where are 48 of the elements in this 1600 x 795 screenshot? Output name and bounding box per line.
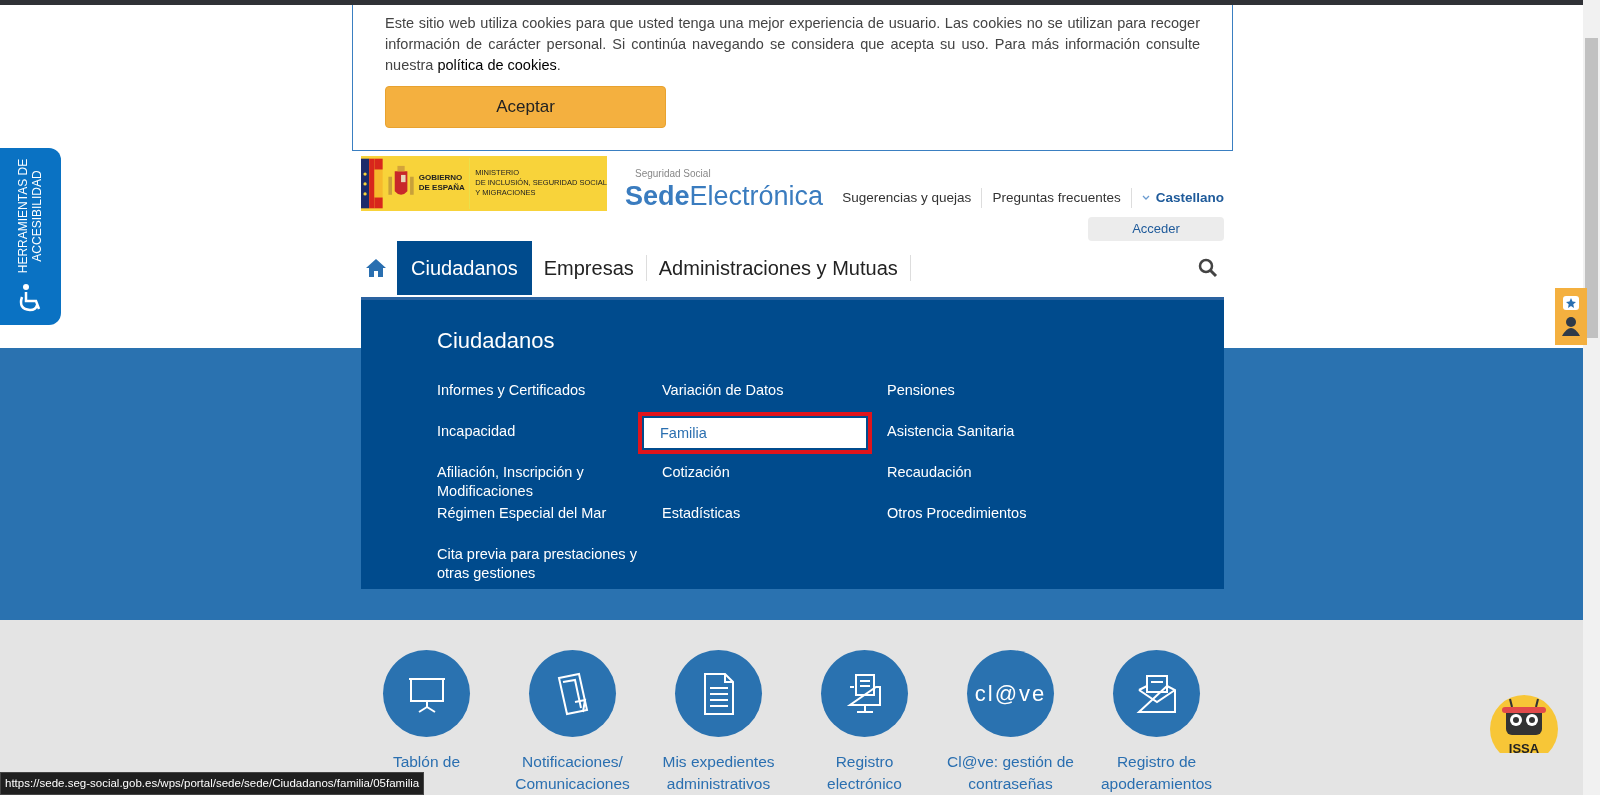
- status-url-tooltip: https://sede.seg-social.gob.es/wps/portal/sede/sede/Ciudadanos/familia/05familia: [0, 771, 425, 795]
- menu-link[interactable]: Incapacidad: [437, 421, 516, 441]
- menu-link[interactable]: Régimen Especial del Mar: [437, 503, 607, 523]
- menu-link[interactable]: Variación de Datos: [662, 380, 784, 400]
- government-label: GOBIERNO: [418, 173, 464, 183]
- menu-link[interactable]: Informes y Certificados: [437, 380, 586, 400]
- accessibility-label: ACCESIBILIDAD: [30, 169, 45, 262]
- robot-drawing: [1488, 693, 1560, 753]
- service-link[interactable]: Mis expedientes administrativos: [662, 751, 775, 795]
- menu-link[interactable]: Cita previa para prestaciones y otras gestiones: [437, 544, 652, 583]
- service-link[interactable]: Cl@ve: gestión de contraseñas: [947, 751, 1074, 795]
- menu-link[interactable]: Pensiones: [887, 380, 955, 400]
- menu-link[interactable]: Recaudación: [887, 462, 972, 482]
- accept-button[interactable]: Aceptar: [385, 85, 666, 128]
- header-link[interactable]: Preguntas frecuentes: [982, 187, 1132, 208]
- clave-logo: cl@ve: [974, 680, 1047, 708]
- search-icon[interactable]: [1198, 257, 1218, 278]
- service-link[interactable]: Registro de apoderamientos: [1100, 751, 1213, 795]
- accessibility-label: HERRAMIENTAS DE: [16, 158, 31, 273]
- login-button[interactable]: Acceder: [1088, 216, 1224, 241]
- government-label: DE ESPAÑA: [418, 183, 466, 194]
- document-icon: [701, 671, 736, 716]
- service-link[interactable]: Tablón de: [392, 751, 461, 773]
- brand-subtitle: Seguridad Social: [635, 166, 712, 181]
- envelope-icon: [1134, 673, 1179, 714]
- menu-link[interactable]: Estadísticas: [662, 503, 741, 523]
- cookie-policy-link[interactable]: política de cookies: [437, 56, 557, 73]
- accessibility-tab[interactable]: HERRAMIENTAS DE ACCESIBILIDAD: [0, 148, 61, 325]
- brand-logo: SedeElectrónica: [625, 180, 824, 211]
- menu-link[interactable]: Afiliación, Inscripción y Modificaciones: [437, 462, 652, 501]
- home-icon[interactable]: [365, 257, 387, 278]
- header-link[interactable]: Sugerencias y quejas: [832, 187, 983, 208]
- scrollbar[interactable]: [1583, 0, 1600, 795]
- nav-tab[interactable]: Administraciones y Mutuas: [646, 254, 911, 281]
- menu-link[interactable]: Otros Procedimientos: [887, 503, 1027, 523]
- mega-menu-title: Ciudadanos: [437, 326, 556, 355]
- chevron-down-icon: [1141, 194, 1150, 201]
- cookie-notice: Este sitio web utiliza cookies para que usted tenga una mejor experiencia de usuario. Las cookies no se utilizan para recoger información de carácter personal. Si continúa navegando se considera que acepta su uso. Para más información consulte nuestra política de cookies.: [385, 13, 1200, 75]
- nav-tab[interactable]: Empresas: [531, 254, 647, 281]
- menu-link[interactable]: Cotización: [662, 462, 730, 482]
- menu-link[interactable]: Asistencia Sanitaria: [887, 421, 1015, 441]
- language-selector[interactable]: Castellano: [1131, 187, 1224, 208]
- assistant-bot[interactable]: ISSA: [1488, 693, 1560, 775]
- nav-tab[interactable]: Ciudadanos: [397, 240, 532, 295]
- service-link[interactable]: Notificaciones/ Comunicaciones: [515, 751, 630, 795]
- service-link[interactable]: Registro electrónico: [827, 751, 902, 795]
- feedback-widget-icon[interactable]: [1555, 288, 1587, 345]
- assistant-label: ISSA: [1508, 740, 1540, 758]
